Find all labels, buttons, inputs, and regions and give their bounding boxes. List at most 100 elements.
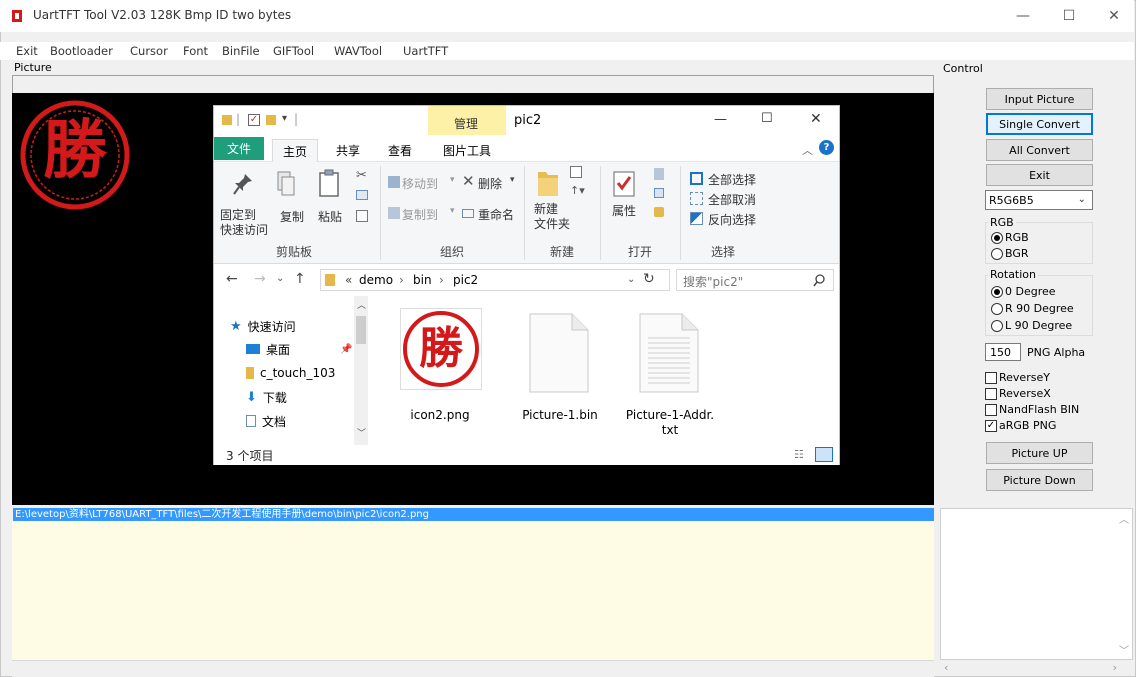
address-bar[interactable]: « demo › bin › pic2 ⌄ ↻ xyxy=(320,269,670,291)
explorer-minimize-button[interactable]: — xyxy=(714,112,727,127)
file-item-icon2[interactable]: 勝 icon2.png xyxy=(390,308,490,438)
input-picture-button[interactable]: Input Picture xyxy=(986,88,1093,110)
right-log-area[interactable]: ︿ ﹀ xyxy=(940,508,1133,660)
paste-shortcut-icon[interactable] xyxy=(356,210,368,222)
collapse-ribbon-icon[interactable]: ︿ xyxy=(802,142,813,158)
move-to-button[interactable]: 移动到 xyxy=(402,175,438,192)
tab-view[interactable]: 查看 xyxy=(378,139,422,162)
easy-access-icon[interactable]: ↑▾ xyxy=(570,184,585,197)
picture-down-button[interactable]: Picture Down xyxy=(986,469,1093,491)
delete-button[interactable]: 删除 xyxy=(478,175,502,192)
menu-wavtool[interactable]: WAVTool xyxy=(334,44,382,58)
pin-quick-access-button[interactable]: 固定到 快速访问 xyxy=(220,208,268,238)
address-dropdown-icon[interactable]: ⌄ xyxy=(627,274,635,285)
nav-scroll-thumb[interactable] xyxy=(356,316,366,344)
select-none-button[interactable]: 全部取消 xyxy=(708,191,756,208)
single-convert-button[interactable]: Single Convert xyxy=(986,113,1093,135)
bottom-scrollbar[interactable] xyxy=(12,660,934,677)
reverse-y-checkbox[interactable]: ReverseY xyxy=(985,371,1050,384)
explorer-maximize-button[interactable]: ☐ xyxy=(761,111,773,126)
menu-font[interactable]: Font xyxy=(183,44,208,58)
rotation-0-radio[interactable]: 0 Degree xyxy=(991,285,1056,298)
customize-quick-icon[interactable]: ▾ xyxy=(282,113,287,124)
copy-path-icon[interactable] xyxy=(356,190,368,200)
nav-scrollbar[interactable]: ︿ ﹀ xyxy=(354,296,368,445)
rotation-group-label: Rotation xyxy=(988,268,1039,281)
recent-locations-icon[interactable]: ⌄ xyxy=(276,273,284,284)
rotation-l90-radio[interactable]: L 90 Degree xyxy=(991,319,1072,332)
rgb-radio[interactable]: RGB xyxy=(991,231,1029,244)
png-alpha-input[interactable]: 150 xyxy=(985,343,1021,361)
picture-up-button[interactable]: Picture UP xyxy=(986,442,1093,464)
file-item-picture-addr-txt[interactable]: Picture-1-Addr. txt xyxy=(620,308,720,438)
paste-button[interactable]: 粘贴 xyxy=(318,208,342,225)
back-icon[interactable]: ← xyxy=(226,271,238,287)
log-area[interactable] xyxy=(12,521,934,660)
edit-icon[interactable] xyxy=(654,188,664,198)
invert-selection-button[interactable]: 反向选择 xyxy=(708,211,756,228)
crumb-pic2[interactable]: pic2 xyxy=(453,273,478,287)
select-all-button[interactable]: 全部选择 xyxy=(708,171,756,188)
open-icon[interactable] xyxy=(654,168,664,180)
copy-icon xyxy=(277,171,295,196)
new-folder-button[interactable]: 新建 文件夹 xyxy=(534,202,570,232)
nav-item-documents[interactable]: 文档 xyxy=(246,411,286,431)
menu-binfile[interactable]: BinFile xyxy=(222,44,260,58)
right-horizontal-scrollbar[interactable]: ‹ › xyxy=(940,660,1133,676)
menu-bootloader[interactable]: Bootloader xyxy=(50,44,113,58)
nandflash-bin-checkbox[interactable]: NandFlash BIN xyxy=(985,403,1079,416)
refresh-icon[interactable]: ↻ xyxy=(643,271,655,287)
nav-item-desktop[interactable]: 桌面 📌 xyxy=(246,339,352,359)
crumb-bin[interactable]: bin xyxy=(413,273,432,287)
crumb-demo[interactable]: demo xyxy=(359,273,393,287)
large-icons-view-icon[interactable] xyxy=(815,447,833,462)
nav-item-downloads[interactable]: ⬇ 下载 xyxy=(246,387,287,407)
maximize-button[interactable]: ☐ xyxy=(1046,0,1092,32)
nav-item-c-touch[interactable]: c_touch_103 xyxy=(246,363,335,383)
scroll-down-icon[interactable]: ﹀ xyxy=(357,426,366,439)
scroll-right-icon[interactable]: › xyxy=(1113,661,1117,674)
help-icon[interactable]: ? xyxy=(819,140,834,155)
close-button[interactable]: ✕ xyxy=(1091,0,1136,32)
new-folder-quick-icon[interactable] xyxy=(266,115,276,125)
all-convert-button[interactable]: All Convert xyxy=(986,139,1093,161)
copy-to-button[interactable]: 复制到 xyxy=(402,206,438,223)
tab-file[interactable]: 文件 xyxy=(214,137,264,160)
properties-quick-icon[interactable]: ✓ xyxy=(248,114,260,126)
copy-button[interactable]: 复制 xyxy=(280,208,304,225)
search-box[interactable]: 搜索"pic2" xyxy=(676,269,834,291)
menu-cursor[interactable]: Cursor xyxy=(130,44,168,58)
menu-exit[interactable]: Exit xyxy=(16,44,38,58)
tab-home[interactable]: 主页 xyxy=(272,139,318,162)
search-icon[interactable] xyxy=(813,274,826,287)
menu-uarttft[interactable]: UartTFT xyxy=(403,44,448,58)
explorer-close-button[interactable]: ✕ xyxy=(810,111,822,127)
exit-button[interactable]: Exit xyxy=(986,164,1093,186)
nav-item-quick-access[interactable]: ★ 快速访问 xyxy=(230,316,296,336)
tab-picture-tools[interactable]: 图片工具 xyxy=(432,139,502,162)
minimize-button[interactable]: — xyxy=(1000,0,1046,32)
reverse-x-checkbox[interactable]: ReverseX xyxy=(985,387,1051,400)
forward-icon[interactable]: → xyxy=(254,271,266,287)
tab-share[interactable]: 共享 xyxy=(326,139,370,162)
properties-button[interactable]: 属性 xyxy=(612,202,636,219)
cut-icon[interactable]: ✂ xyxy=(356,168,367,183)
menu-giftool[interactable]: GIFTool xyxy=(273,44,314,58)
bgr-radio[interactable]: BGR xyxy=(991,247,1029,260)
argb-png-checkbox[interactable]: ✓ aRGB PNG xyxy=(985,419,1056,432)
up-icon[interactable]: ↑ xyxy=(294,271,306,287)
rotation-r90-radio[interactable]: R 90 Degree xyxy=(991,302,1074,315)
file-item-picture-bin[interactable]: Picture-1.bin xyxy=(510,308,610,438)
explorer-window[interactable]: | ✓ ▾ | 管理 pic2 — ☐ ✕ 文件 主页 共享 查看 图片工具 ︿… xyxy=(213,105,840,465)
format-select[interactable]: R5G6B5 ⌄ xyxy=(985,190,1093,210)
search-input[interactable]: 搜索"pic2" xyxy=(683,273,743,290)
manage-tab[interactable]: 管理 xyxy=(454,115,478,132)
scroll-up-icon[interactable]: ︿ xyxy=(357,298,366,311)
rename-button[interactable]: 重命名 xyxy=(478,206,514,223)
details-view-icon[interactable]: ☷ xyxy=(794,448,804,461)
new-item-icon[interactable] xyxy=(570,166,582,178)
scroll-left-icon[interactable]: ‹ xyxy=(944,661,948,674)
scroll-down-icon[interactable]: ﹀ xyxy=(1119,642,1129,657)
history-icon[interactable] xyxy=(654,207,664,217)
scroll-up-icon[interactable]: ︿ xyxy=(1119,511,1129,526)
